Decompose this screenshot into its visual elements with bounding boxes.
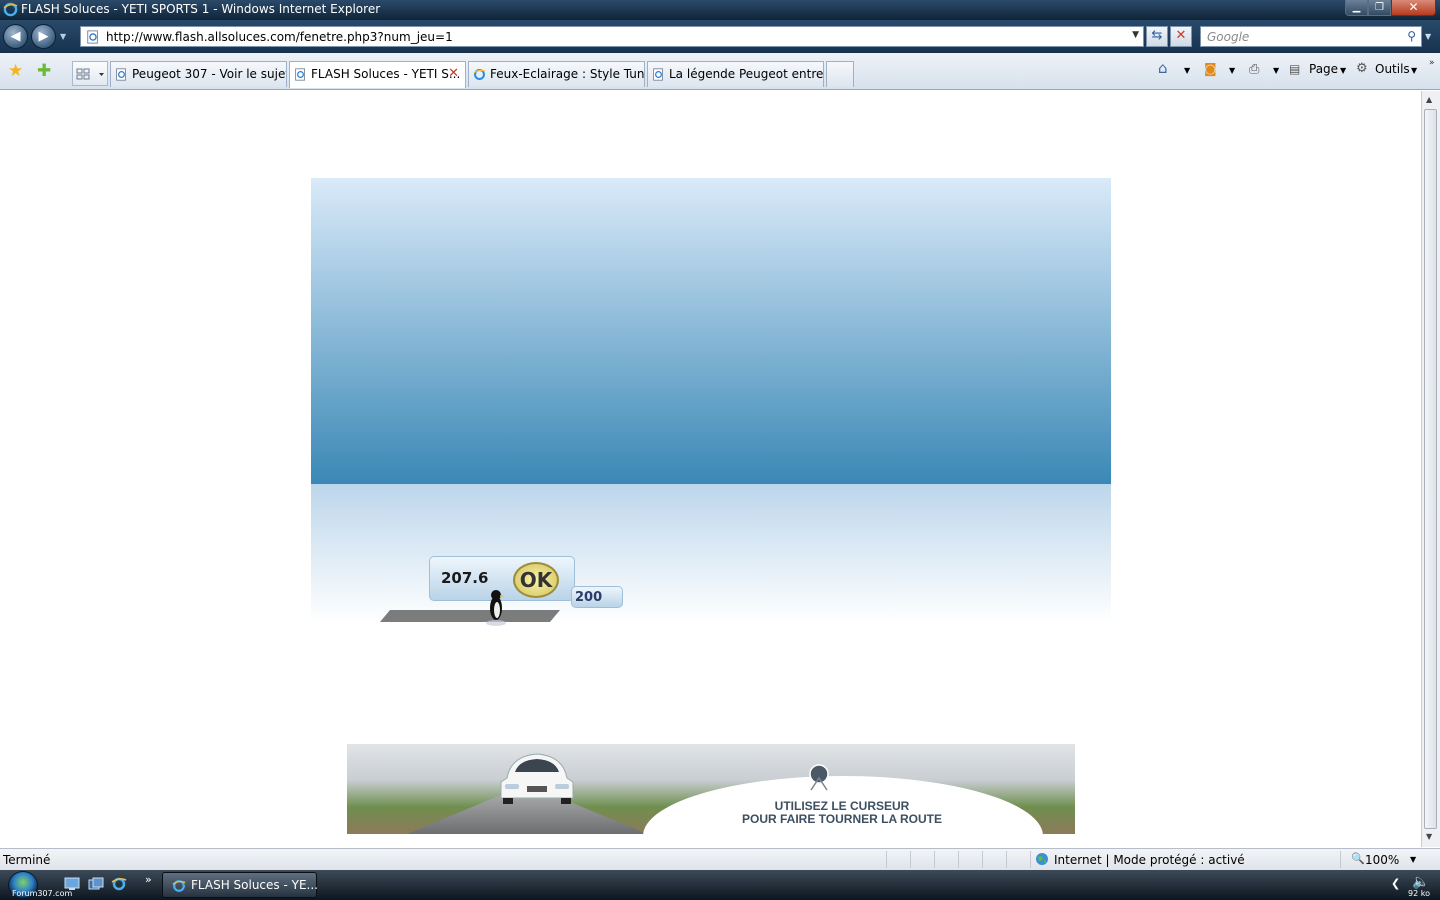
zoom-icon[interactable]: 🔍 xyxy=(1351,852,1365,865)
search-icon[interactable]: ⚲ xyxy=(1407,29,1416,43)
status-divider xyxy=(1030,851,1031,868)
quick-tabs-icon xyxy=(76,68,104,80)
status-divider xyxy=(934,851,935,868)
search-box[interactable]: Google ⚲ xyxy=(1200,26,1422,47)
switch-windows-icon[interactable] xyxy=(88,877,104,891)
marker-sign: 200 xyxy=(571,586,623,608)
show-desktop-icon[interactable] xyxy=(64,877,80,891)
back-button[interactable]: ◀ xyxy=(3,24,28,49)
tray-size-text: 92 ko xyxy=(1408,889,1430,898)
status-divider xyxy=(886,851,887,868)
penguin-icon xyxy=(486,590,506,626)
page-menu-dropdown[interactable]: ▼ xyxy=(1340,66,1346,75)
search-options-dropdown[interactable]: ▼ xyxy=(1425,32,1431,41)
zoom-level[interactable]: 100% xyxy=(1365,853,1399,867)
location-pin-icon xyxy=(809,764,829,791)
ie-logo-icon xyxy=(473,69,486,80)
tools-menu[interactable]: Outils xyxy=(1375,62,1410,76)
new-tab-button[interactable] xyxy=(826,61,854,87)
status-divider xyxy=(910,851,911,868)
quick-tabs-button[interactable] xyxy=(72,61,108,86)
status-text: Terminé xyxy=(3,853,51,867)
refresh-button[interactable]: ⇆ xyxy=(1146,26,1168,47)
tab-feux-eclairage[interactable]: Feux-Eclairage : Style Tuni... xyxy=(468,61,645,87)
tools-menu-dropdown[interactable]: ▼ xyxy=(1411,66,1417,75)
navigation-bar: ◀ ▶ ▼ http://www.flash.allsoluces.com/fe… xyxy=(0,20,1440,53)
status-divider xyxy=(958,851,959,868)
window-controls: ▁ ❐ ✕ xyxy=(1345,0,1436,18)
car-icon xyxy=(500,753,574,804)
ok-button[interactable]: OK xyxy=(513,562,559,598)
ie-page-icon xyxy=(653,68,663,81)
scrollbar-thumb[interactable] xyxy=(1424,109,1437,829)
home-icon[interactable]: ⌂ xyxy=(1158,59,1168,77)
print-icon[interactable]: ⎙ xyxy=(1249,62,1259,77)
scroll-up-arrow[interactable]: ▲ xyxy=(1426,95,1432,104)
close-window-button[interactable]: ✕ xyxy=(1391,0,1436,16)
security-zone[interactable]: Internet | Mode protégé : activé xyxy=(1054,853,1245,867)
internet-explorer-icon[interactable] xyxy=(111,877,127,891)
feeds-icon[interactable]: ◙ xyxy=(1204,62,1217,77)
volume-icon[interactable]: 🔈 xyxy=(1412,874,1429,890)
page-icon: ▤ xyxy=(1289,62,1301,76)
ie-page-icon xyxy=(295,68,305,81)
tab-label: FLASH Soluces - YETI S... xyxy=(311,67,461,81)
gear-icon: ⚙ xyxy=(1356,61,1368,76)
tab-peugeot-307[interactable]: Peugeot 307 - Voir le sujet ... xyxy=(110,61,287,87)
search-input[interactable]: Google xyxy=(1207,30,1249,44)
tab-legende-peugeot[interactable]: La légende Peugeot entre ... xyxy=(647,61,824,87)
tab-label: La légende Peugeot entre ... xyxy=(669,67,824,81)
game-sky xyxy=(311,178,1111,484)
yeti-sports-game[interactable]: 207.6 200 OK xyxy=(311,178,1111,626)
vertical-scrollbar[interactable]: ▲ ▼ xyxy=(1421,91,1440,847)
banner-line-2: POUR FAIRE TOURNER LA ROUTE xyxy=(741,812,942,826)
taskbar: Forum307.com » FLASH Soluces - YE... ❮ 🔈… xyxy=(0,870,1440,900)
minimize-button[interactable]: ▁ xyxy=(1345,0,1368,16)
forward-button[interactable]: ▶ xyxy=(31,24,56,49)
game-snow-ground xyxy=(311,484,1111,623)
tab-label: Peugeot 307 - Voir le sujet ... xyxy=(132,67,286,81)
status-bar: Terminé Internet | Mode protégé : activé… xyxy=(0,848,1440,870)
address-bar[interactable]: http://www.flash.allsoluces.com/fenetre.… xyxy=(80,26,1144,47)
quick-launch-more-icon[interactable]: » xyxy=(145,873,152,886)
window-title: FLASH Soluces - YETI SPORTS 1 - Windows … xyxy=(21,2,381,16)
tab-label: Feux-Eclairage : Style Tuni... xyxy=(490,67,645,81)
distance-value: 207.6 xyxy=(441,569,489,587)
feeds-dropdown[interactable]: ▼ xyxy=(1229,66,1235,75)
ie-page-icon xyxy=(116,68,126,81)
status-divider xyxy=(1340,851,1341,868)
recent-pages-dropdown[interactable]: ▼ xyxy=(60,32,66,41)
page-icon xyxy=(87,30,98,44)
status-divider xyxy=(1006,851,1007,868)
ie-logo-icon xyxy=(172,880,186,892)
marker-value: 200 xyxy=(575,590,603,605)
status-divider xyxy=(982,851,983,868)
globe-icon xyxy=(1036,853,1048,865)
zoom-dropdown[interactable]: ▼ xyxy=(1410,855,1416,864)
taskbar-window-button[interactable]: FLASH Soluces - YE... xyxy=(162,872,318,898)
url-text[interactable]: http://www.flash.allsoluces.com/fenetre.… xyxy=(106,30,453,44)
home-dropdown[interactable]: ▼ xyxy=(1184,66,1190,75)
tab-bar: ★ ✚ Peugeot 307 - Voir le sujet ... FLAS… xyxy=(0,53,1440,90)
ie-logo-icon xyxy=(3,2,18,17)
tray-expand-icon[interactable]: ❮ xyxy=(1391,877,1400,890)
address-dropdown[interactable]: ▼ xyxy=(1132,30,1139,40)
scroll-down-arrow[interactable]: ▼ xyxy=(1426,832,1432,841)
title-bar: FLASH Soluces - YETI SPORTS 1 - Windows … xyxy=(0,0,1440,20)
taskbar-window-label: FLASH Soluces - YE... xyxy=(191,878,318,892)
stop-button[interactable]: ✕ xyxy=(1170,26,1192,47)
print-dropdown[interactable]: ▼ xyxy=(1273,66,1279,75)
command-bar-chevron-icon[interactable]: » xyxy=(1429,58,1435,68)
add-favorite-icon[interactable]: ✚ xyxy=(37,61,51,81)
banner-text: UTILISEZ LE CURSEUR POUR FAIRE TOURNER L… xyxy=(692,800,992,826)
page-menu[interactable]: Page xyxy=(1309,62,1338,76)
tab-flash-soluces[interactable]: FLASH Soluces - YETI S... ✕ xyxy=(289,61,466,88)
favorites-star-icon[interactable]: ★ xyxy=(8,61,23,81)
advertisement-banner[interactable]: UTILISEZ LE CURSEUR POUR FAIRE TOURNER L… xyxy=(347,744,1075,834)
sign-shadow xyxy=(379,610,561,622)
restore-button[interactable]: ❐ xyxy=(1368,0,1391,16)
close-tab-icon[interactable]: ✕ xyxy=(448,66,459,81)
